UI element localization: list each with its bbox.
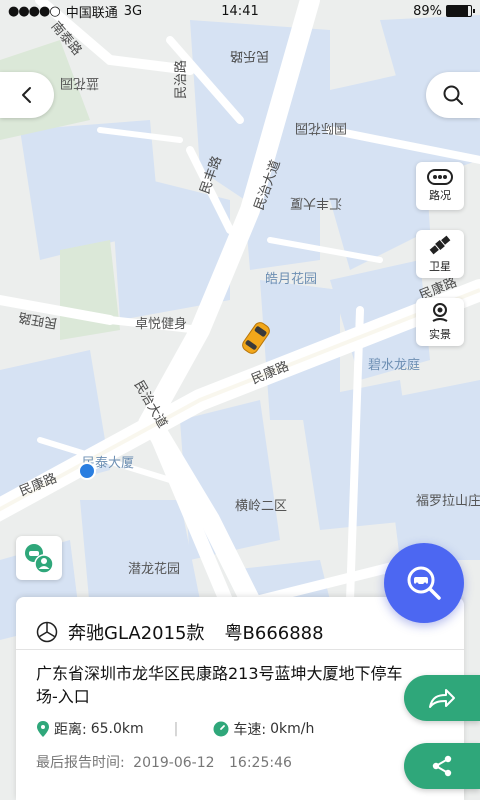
stat-separator: | xyxy=(173,721,179,737)
road-label: 民乐路 xyxy=(230,48,270,63)
location-pin-icon xyxy=(78,462,96,480)
speed-label: 车速: xyxy=(233,722,267,738)
poi-label: 汇丰大厦 xyxy=(290,195,343,210)
speed-value: 0km/h xyxy=(270,721,315,737)
status-bar: ●●●●○ 中国联通 3G 14:41 89% xyxy=(0,0,480,22)
traffic-toggle[interactable]: 路况 xyxy=(416,162,464,210)
share-icon xyxy=(432,755,452,777)
speedometer-icon xyxy=(213,721,229,737)
vehicle-model: 奔驰GLA2015款 xyxy=(68,623,205,644)
vehicle-info-card: 奔驰GLA2015款 粤B666888 广东省深圳市龙华区民康路213号蓝坤大厦… xyxy=(16,597,464,800)
navigate-button[interactable] xyxy=(404,675,480,721)
road-label: 民治路 xyxy=(174,59,190,100)
battery-percent: 89% xyxy=(413,3,442,19)
signal-icon: ●●●●○ xyxy=(8,3,61,19)
traffic-icon xyxy=(427,169,453,185)
car-person-icon xyxy=(25,544,54,574)
carrier-name: 中国联通 xyxy=(65,5,118,21)
battery-icon xyxy=(446,5,475,17)
car-marker-icon[interactable] xyxy=(236,318,276,358)
last-report: 最后报告时间: 2019-06-12 16:25:46 xyxy=(36,752,292,772)
satellite-icon xyxy=(429,235,451,255)
card-divider xyxy=(16,649,464,650)
streetview-icon xyxy=(432,303,448,322)
satellite-label: 卫星 xyxy=(429,260,451,273)
back-button[interactable] xyxy=(0,72,54,118)
distance-label: 距离: xyxy=(54,722,87,738)
share-button[interactable] xyxy=(404,743,480,789)
report-date: 2019-06-12 xyxy=(133,755,215,771)
report-label: 最后报告时间: xyxy=(36,755,125,771)
poi-label: 国际花园 xyxy=(295,120,348,135)
mercedes-logo-icon xyxy=(36,621,58,643)
poi-label: 潜龙花园 xyxy=(128,562,181,577)
streetview-toggle[interactable]: 实景 xyxy=(416,298,464,346)
poi-label: 碧水龙庭 xyxy=(368,358,421,373)
clock: 14:41 xyxy=(221,3,259,19)
report-time: 16:25:46 xyxy=(229,755,292,771)
poi-label: 横岭二区 xyxy=(235,499,288,514)
locate-car-button[interactable] xyxy=(384,543,464,623)
search-car-icon xyxy=(407,566,441,600)
traffic-label: 路况 xyxy=(429,189,451,202)
vehicle-person-switch[interactable] xyxy=(16,536,62,580)
chevron-left-icon xyxy=(22,87,31,103)
distance-value: 65.0km xyxy=(90,721,144,737)
poi-label: 蓝花园 xyxy=(60,75,100,90)
poi-label: 卓悦健身 xyxy=(135,317,188,332)
streetview-label: 实景 xyxy=(429,328,451,341)
search-button[interactable] xyxy=(426,72,480,118)
satellite-toggle[interactable]: 卫星 xyxy=(416,230,464,278)
poi-label: 皓月花园 xyxy=(265,272,318,287)
vehicle-plate: 粤B666888 xyxy=(224,623,324,644)
poi-label: 福罗拉山庄 xyxy=(416,494,480,509)
search-icon xyxy=(443,85,463,105)
network-type: 3G xyxy=(123,3,143,19)
location-icon xyxy=(37,721,49,737)
vehicle-address: 广东省深圳市龙华区民康路213号蓝坤大厦地下停车场-入口 xyxy=(36,664,403,706)
forward-arrow-icon xyxy=(429,689,455,708)
